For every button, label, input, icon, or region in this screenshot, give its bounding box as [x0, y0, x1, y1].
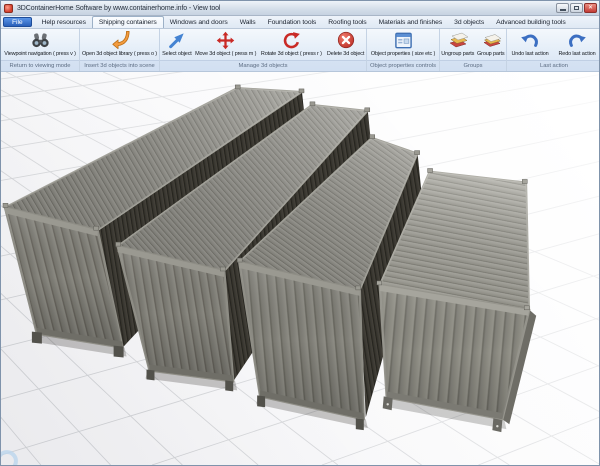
title-bar: 3DContainerHome Software by www.containe…: [1, 1, 599, 16]
tab-roofing-tools[interactable]: Roofing tools: [322, 16, 372, 28]
app-icon: [4, 4, 13, 13]
viewport-3d[interactable]: [1, 72, 599, 465]
corner-fitting: [522, 179, 527, 183]
app-window: 3DContainerHome Software by www.containe…: [0, 0, 600, 466]
corner-foot: [356, 418, 364, 430]
corner-fitting: [3, 203, 8, 207]
corner-foot: [32, 332, 42, 344]
undo-arrow-icon: [520, 30, 540, 50]
corner-foot-hole: [496, 425, 498, 427]
close-button[interactable]: ✕: [584, 3, 597, 13]
open-library-arrow-icon: [110, 30, 130, 50]
scene-canvas[interactable]: [1, 72, 599, 465]
binoculars-icon: [30, 30, 51, 50]
group-label: Insert 3d objects into scene: [80, 60, 159, 71]
group-label: Last action: [507, 60, 600, 71]
delete-object-button[interactable]: Delete 3d object: [325, 29, 366, 58]
close-icon: ✕: [588, 5, 593, 11]
object-properties-button[interactable]: Object properties ( size etc ): [367, 29, 439, 58]
corner-foot: [114, 346, 124, 358]
minimize-button[interactable]: [556, 3, 569, 13]
select-arrow-icon: [168, 30, 186, 50]
select-object-button[interactable]: Select object: [160, 29, 194, 58]
group-label: Object properties controls: [367, 60, 439, 71]
group-label: Groups: [440, 60, 506, 71]
menu-file[interactable]: File: [3, 17, 32, 27]
corner-fitting: [365, 108, 370, 112]
group-manage-objects: Select object Move 3d object ( press m ): [160, 29, 367, 71]
move-arrows-icon: [216, 30, 235, 50]
corner-foot: [225, 380, 233, 391]
group-insert-objects: Open 3d object library ( press o ) Inser…: [80, 29, 160, 71]
group-viewing-mode: Viewpoint navigation ( press v ) Return …: [1, 29, 80, 71]
corner-fitting: [310, 102, 315, 106]
tab-walls[interactable]: Walls: [234, 16, 262, 28]
corner-foot-hole: [387, 403, 389, 405]
corner-fitting: [377, 281, 382, 285]
tab-3d-objects[interactable]: 3d objects: [448, 16, 490, 28]
rotate-object-button[interactable]: Rotate 3d object ( press r ): [258, 29, 326, 58]
move-object-button[interactable]: Move 3d object ( press m ): [194, 29, 258, 58]
ungroup-parts-button[interactable]: Ungroup parts: [440, 29, 475, 58]
delete-cross-icon: [337, 30, 355, 50]
corner-fitting: [116, 242, 121, 246]
corner-fitting: [370, 135, 375, 139]
maximize-button[interactable]: [570, 3, 583, 13]
window-title: 3DContainerHome Software by www.containe…: [17, 5, 220, 12]
open-library-button[interactable]: Open 3d object library ( press o ): [80, 29, 159, 58]
redo-arrow-icon: [567, 30, 587, 50]
group-groups: Ungroup parts Group parts Groups: [440, 29, 507, 71]
tab-shipping-containers[interactable]: Shipping containers: [92, 16, 164, 28]
menu-bar: File Help resources Shipping containers …: [1, 16, 599, 29]
tab-windows-and-doors[interactable]: Windows and doors: [164, 16, 234, 28]
group-label: Return to viewing mode: [1, 60, 79, 71]
group-last-action: Undo last action Redo last action Last: [507, 29, 600, 71]
group-parts-button[interactable]: Group parts: [475, 29, 506, 58]
corner-foot: [257, 395, 265, 407]
corner-foot: [147, 369, 155, 380]
tab-materials-and-finishes[interactable]: Materials and finishes: [373, 16, 449, 28]
toolbar-ribbon: Viewpoint navigation ( press v ) Return …: [1, 29, 599, 72]
rotate-arrow-icon: [282, 30, 301, 50]
corner-fitting: [524, 306, 529, 310]
redo-button[interactable]: Redo last action: [553, 29, 600, 58]
corner-fitting: [356, 286, 361, 290]
corner-fitting: [235, 85, 240, 89]
tab-advanced-building-tools[interactable]: Advanced building tools: [490, 16, 572, 28]
corner-fitting: [220, 267, 225, 271]
properties-window-icon: [394, 30, 413, 50]
group-sheets-icon: [481, 30, 501, 50]
tab-foundation-tools[interactable]: Foundation tools: [262, 16, 323, 28]
corner-fitting: [428, 169, 433, 173]
corner-fitting: [94, 226, 99, 230]
ungroup-sheets-icon: [448, 30, 468, 50]
corner-fitting: [237, 258, 242, 262]
maximize-icon: [574, 6, 579, 10]
viewpoint-navigation-button[interactable]: Viewpoint navigation ( press v ): [1, 29, 79, 58]
corner-fitting: [299, 89, 304, 93]
corner-fitting: [415, 151, 420, 155]
undo-button[interactable]: Undo last action: [507, 29, 553, 58]
group-label: Manage 3d objects: [160, 60, 366, 71]
minimize-icon: [560, 9, 566, 11]
tab-help-resources[interactable]: Help resources: [36, 16, 92, 28]
group-object-properties: Object properties ( size etc ) Object pr…: [367, 29, 440, 71]
